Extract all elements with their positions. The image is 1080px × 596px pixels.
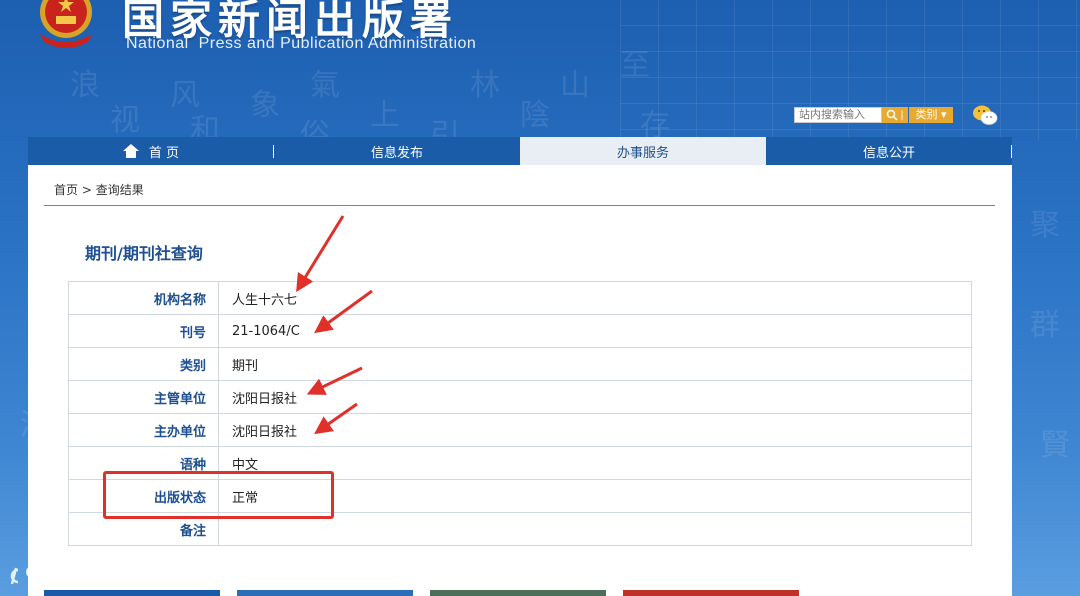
row-label: 刊号 (68, 314, 219, 348)
search-button[interactable]: | (882, 107, 908, 123)
thumbnail[interactable] (237, 590, 413, 596)
site-title-en: National Press and Publication Administr… (126, 35, 477, 52)
highlight-box (103, 471, 334, 519)
wechat-icon[interactable] (972, 104, 998, 126)
nav-services-label: 办事服务 (616, 145, 669, 161)
nav-info-release[interactable]: 信息发布 (274, 137, 520, 165)
main-nav: 首 页 信息发布 办事服务 信息公开 (28, 137, 1012, 165)
row-value: 沈阳日报社 (218, 413, 972, 447)
search-divider: | (900, 109, 904, 121)
row-label: 机构名称 (68, 281, 219, 315)
table-row: 主办单位 沈阳日报社 (68, 413, 972, 447)
row-label: 主办单位 (68, 413, 219, 447)
breadcrumb-home-link[interactable]: 首页 (54, 183, 78, 197)
caret-down-icon: ▾ (940, 108, 947, 121)
nav-info-disclosure[interactable]: 信息公开 (766, 137, 1012, 165)
breadcrumb-current: 查询结果 (95, 183, 144, 197)
national-emblem-icon (40, 0, 92, 48)
row-value: 21-1064/C (218, 314, 972, 348)
thumbnail[interactable] (44, 590, 220, 596)
breadcrumb-separator: > (78, 183, 96, 197)
thumbnail[interactable] (623, 590, 799, 596)
table-row: 机构名称 人生十六七 (68, 281, 972, 315)
category-dropdown[interactable]: 类别 ▾ (909, 107, 953, 123)
search-input[interactable] (794, 107, 882, 123)
nav-services[interactable]: 办事服务 (520, 137, 766, 165)
row-label: 类别 (68, 347, 219, 381)
row-value: 期刊 (218, 347, 972, 381)
table-row: 主管单位 沈阳日报社 (68, 380, 972, 414)
watermark: 大数跨境 (8, 562, 132, 589)
nav-separator (1011, 145, 1012, 158)
row-label: 主管单位 (68, 380, 219, 414)
watermark-logo-icon (10, 565, 49, 584)
category-label: 类别 (915, 108, 938, 121)
breadcrumb-divider (44, 205, 995, 206)
nav-home[interactable]: 首 页 (28, 137, 274, 165)
table-row: 类别 期刊 (68, 347, 972, 381)
nav-home-label: 首 页 (148, 145, 180, 161)
content-panel: 首页 > 查询结果 期刊/期刊社查询 机构名称 人生十六七 刊号 21-1064… (28, 165, 1012, 596)
nav-info-disclosure-label: 信息公开 (862, 145, 915, 161)
home-icon (122, 144, 139, 158)
bottom-thumbnails (0, 590, 1080, 596)
search-icon (887, 109, 898, 121)
thumbnail[interactable] (430, 590, 606, 596)
row-value: 沈阳日报社 (218, 380, 972, 414)
table-row: 刊号 21-1064/C (68, 314, 972, 348)
section-title: 期刊/期刊社查询 (85, 244, 203, 263)
nav-info-release-label: 信息发布 (370, 145, 423, 161)
row-value: 人生十六七 (218, 281, 972, 315)
watermark-text: 大数跨境 (56, 566, 133, 588)
breadcrumb: 首页 > 查询结果 (54, 181, 144, 198)
